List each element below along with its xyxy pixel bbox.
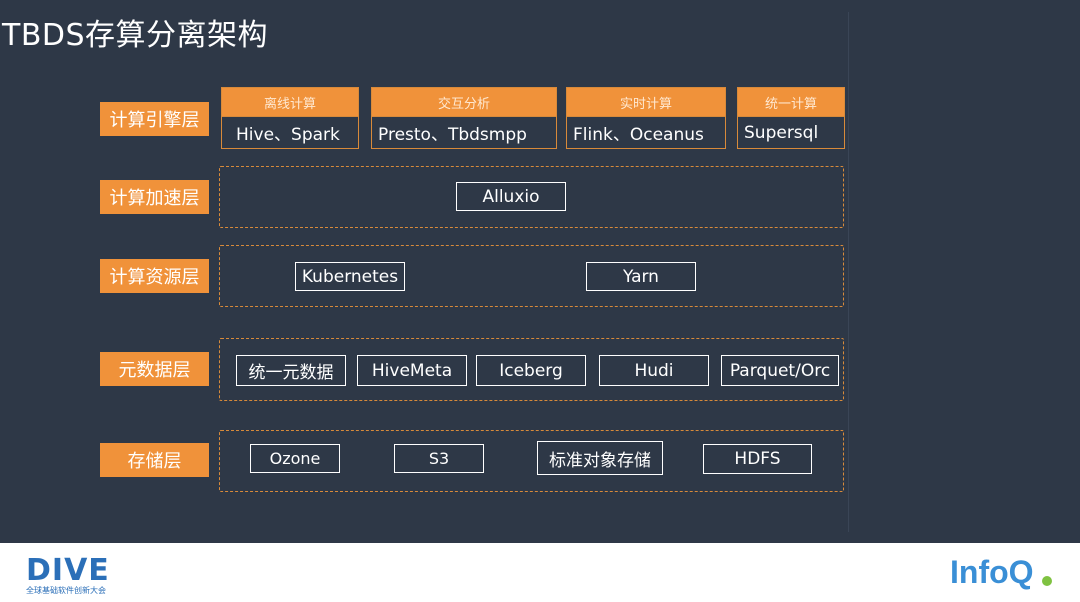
engine-interactive: 交互分析 Presto、Tbdsmpp <box>371 87 557 149</box>
box-hudi: Hudi <box>599 355 709 386</box>
box-s3: S3 <box>394 444 484 473</box>
engine-interactive-body: Presto、Tbdsmpp <box>372 116 556 148</box>
engine-realtime-head: 实时计算 <box>567 88 725 116</box>
infoq-logo: InfoQ <box>950 554 1034 591</box>
box-kubernetes: Kubernetes <box>295 262 405 291</box>
box-unified-metadata: 统一元数据 <box>236 355 346 386</box>
layer-label-storage: 存储层 <box>100 443 209 477</box>
layer-label-metadata: 元数据层 <box>100 352 209 386</box>
engine-interactive-head: 交互分析 <box>372 88 556 116</box>
infoq-logo-text: InfoQ <box>950 554 1034 590</box>
engine-offline: 离线计算 Hive、Spark <box>221 87 359 149</box>
box-yarn: Yarn <box>586 262 696 291</box>
infoq-dot-icon <box>1042 576 1052 586</box>
engine-unified: 统一计算 Supersql <box>737 87 845 149</box>
box-parquet-orc: Parquet/Orc <box>721 355 839 386</box>
dive-logo-text: DIVE <box>26 553 110 588</box>
box-object-storage: 标准对象存储 <box>537 441 663 475</box>
engine-realtime-body: Flink、Oceanus <box>567 116 725 148</box>
layer-label-resource: 计算资源层 <box>100 259 209 293</box>
engine-unified-body: Supersql <box>738 116 844 148</box>
box-hdfs: HDFS <box>703 444 812 474</box>
layer-label-acceleration: 计算加速层 <box>100 180 209 214</box>
dive-logo-subtitle: 全球基础软件创新大会 <box>26 586 106 595</box>
footer-bar <box>0 543 1080 602</box>
engine-realtime: 实时计算 Flink、Oceanus <box>566 87 726 149</box>
box-ozone: Ozone <box>250 444 340 473</box>
box-iceberg: Iceberg <box>476 355 586 386</box>
engine-unified-head: 统一计算 <box>738 88 844 116</box>
box-alluxio: Alluxio <box>456 182 566 211</box>
page-title: TBDS存算分离架构 <box>2 18 269 53</box>
box-hivemeta: HiveMeta <box>357 355 467 386</box>
engine-offline-head: 离线计算 <box>222 88 358 116</box>
dive-logo: DIVE <box>26 553 110 588</box>
layer-label-engine: 计算引擎层 <box>100 102 209 136</box>
divider-line <box>848 12 849 532</box>
engine-offline-body: Hive、Spark <box>222 116 358 148</box>
